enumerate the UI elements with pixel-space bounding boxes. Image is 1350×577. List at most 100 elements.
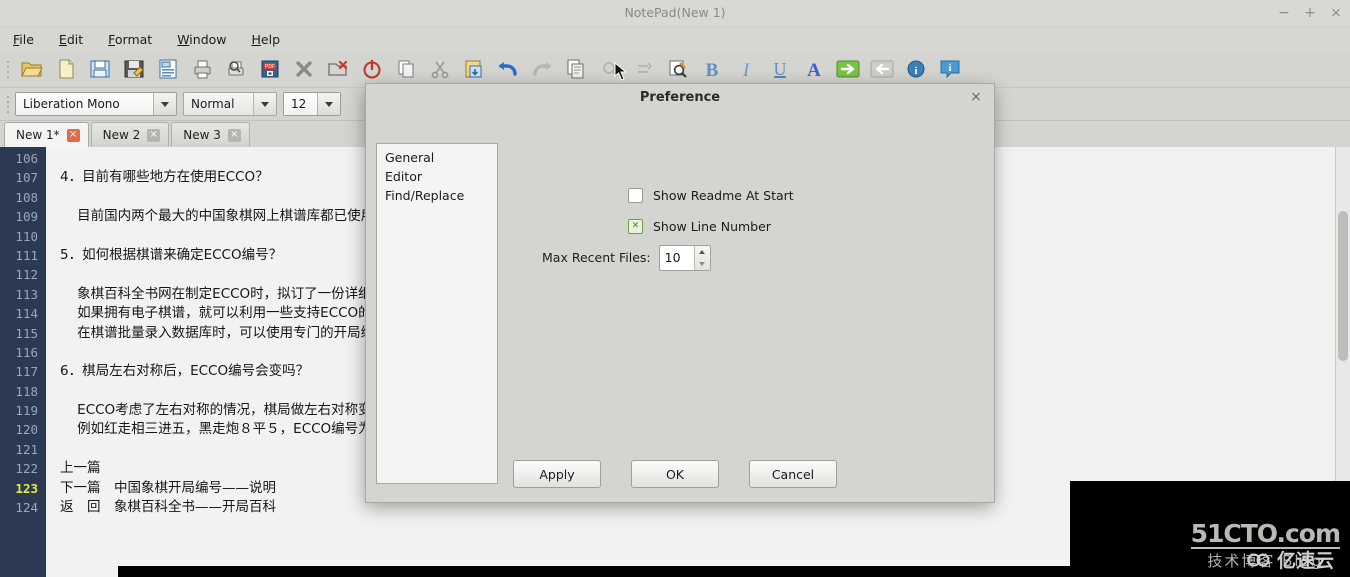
preference-category-general[interactable]: General — [377, 148, 497, 167]
export-pdf-icon[interactable]: PDF — [253, 53, 287, 85]
tab-new-2[interactable]: New 2 × — [90, 122, 170, 147]
font-size-combo[interactable]: 12 — [283, 92, 341, 116]
about-icon[interactable]: i — [933, 53, 967, 85]
preference-category-editor[interactable]: Editor — [377, 167, 497, 186]
cancel-button[interactable]: Cancel — [749, 460, 837, 488]
preference-dialog: Preference × General Editor Find/Replace… — [365, 83, 995, 503]
menu-format-mnemonic: F — [108, 31, 115, 47]
redo-icon[interactable] — [525, 53, 559, 85]
font-style-chevron-down-icon[interactable] — [253, 93, 276, 115]
window-controls: − + × — [1278, 0, 1342, 26]
tab-new-3[interactable]: New 3 × — [171, 122, 250, 147]
line-number: 122 — [15, 461, 38, 477]
find-icon[interactable] — [593, 53, 627, 85]
paste-icon[interactable] — [457, 53, 491, 85]
underline-icon[interactable]: U — [763, 53, 797, 85]
line-number: 107 — [15, 170, 38, 186]
minimize-button[interactable]: − — [1278, 6, 1290, 20]
menu-file[interactable]: File — [10, 30, 37, 49]
font-style-value: Normal — [184, 93, 253, 115]
info-icon[interactable]: i — [899, 53, 933, 85]
line-number: 124 — [15, 500, 38, 516]
font-color-icon[interactable]: A — [797, 53, 831, 85]
apply-button[interactable]: Apply — [513, 460, 601, 488]
max-recent-files-stepper[interactable]: 10 — [658, 244, 711, 271]
zoom-find-icon[interactable] — [661, 53, 695, 85]
menu-window[interactable]: Window — [174, 30, 229, 49]
copy-icon[interactable] — [559, 53, 593, 85]
font-family-combo[interactable]: Liberation Mono — [15, 92, 177, 116]
dialog-title: Preference — [639, 90, 721, 105]
menu-edit-mnemonic: E — [58, 31, 67, 47]
line-number: 118 — [15, 383, 38, 399]
close-file-icon[interactable] — [287, 53, 321, 85]
max-recent-files-row: Max Recent Files: 10 — [516, 242, 980, 273]
menu-format[interactable]: Format — [105, 30, 155, 49]
max-recent-files-value[interactable]: 10 — [660, 246, 694, 270]
line-number-gutter: 106 107 108 109 110 111 112 113 114 115 116 117 118 1… — [0, 147, 46, 577]
menu-help-label: elp — [260, 31, 281, 47]
back-icon[interactable] — [865, 53, 899, 85]
line-number: 114 — [15, 306, 38, 322]
show-line-number-label: Show Line Number — [653, 219, 771, 234]
font-family-value: Liberation Mono — [16, 93, 153, 115]
tab-new-3-close-icon[interactable]: × — [227, 128, 241, 142]
menu-help[interactable]: Help — [249, 30, 284, 49]
svg-text:i: i — [949, 63, 952, 74]
tab-new-1[interactable]: New 1* × — [4, 122, 89, 147]
max-recent-files-label: Max Recent Files: — [542, 250, 651, 265]
exit-icon[interactable] — [355, 53, 389, 85]
menu-window-mnemonic: W — [177, 31, 190, 47]
stepper-up-icon[interactable] — [695, 246, 710, 258]
preference-category-list[interactable]: General Editor Find/Replace — [376, 143, 498, 484]
dialog-close-icon[interactable]: × — [967, 88, 985, 106]
max-recent-files-stepper-buttons[interactable] — [693, 245, 710, 270]
svg-text:PDF: PDF — [265, 64, 275, 70]
menu-edit[interactable]: Edit — [56, 30, 86, 49]
maximize-button[interactable]: + — [1304, 6, 1316, 20]
print-icon[interactable] — [185, 53, 219, 85]
save-icon[interactable] — [83, 53, 117, 85]
font-style-combo[interactable]: Normal — [183, 92, 277, 116]
tab-new-3-label: New 3 — [183, 128, 221, 142]
tab-new-1-close-icon[interactable]: × — [66, 128, 80, 142]
line-number: 112 — [15, 267, 38, 283]
close-window-button[interactable]: × — [1330, 6, 1342, 20]
line-number: 121 — [15, 441, 38, 457]
dialog-title-bar: Preference × — [366, 84, 994, 112]
copy-page-icon[interactable] — [389, 53, 423, 85]
open-folder-icon[interactable] — [15, 53, 49, 85]
show-line-number-row: Show Line Number — [516, 211, 980, 242]
save-as-icon[interactable] — [117, 53, 151, 85]
bottom-right-black-band — [1070, 481, 1350, 577]
toolbar-grip[interactable] — [4, 56, 12, 82]
show-line-number-checkbox[interactable] — [628, 219, 643, 234]
line-number: 117 — [15, 364, 38, 380]
svg-text:I: I — [742, 60, 751, 80]
line-number: 113 — [15, 286, 38, 302]
ok-button[interactable]: OK — [631, 460, 719, 488]
replace-icon[interactable] — [627, 53, 661, 85]
show-readme-checkbox[interactable] — [628, 188, 643, 203]
print-preview-icon[interactable] — [219, 53, 253, 85]
font-size-chevron-down-icon[interactable] — [317, 93, 340, 115]
menu-help-mnemonic: H — [251, 31, 261, 47]
line-number: 108 — [15, 189, 38, 205]
tab-new-2-close-icon[interactable]: × — [147, 128, 161, 142]
forward-icon[interactable] — [831, 53, 865, 85]
italic-icon[interactable]: I — [729, 53, 763, 85]
cut-icon[interactable] — [423, 53, 457, 85]
undo-icon[interactable] — [491, 53, 525, 85]
new-file-icon[interactable] — [49, 53, 83, 85]
preference-category-find-replace[interactable]: Find/Replace — [377, 186, 497, 205]
menu-file-label: ile — [19, 31, 34, 47]
window-title: NotePad(New 1) — [624, 5, 726, 20]
stepper-down-icon[interactable] — [695, 258, 710, 270]
font-family-chevron-down-icon[interactable] — [153, 93, 176, 115]
bottom-black-strip — [118, 566, 1350, 577]
save-all-icon[interactable] — [151, 53, 185, 85]
bold-icon[interactable]: B — [695, 53, 729, 85]
format-toolbar-grip[interactable] — [4, 91, 12, 117]
close-all-icon[interactable] — [321, 53, 355, 85]
editor-scrollbar-thumb[interactable] — [1338, 211, 1348, 361]
